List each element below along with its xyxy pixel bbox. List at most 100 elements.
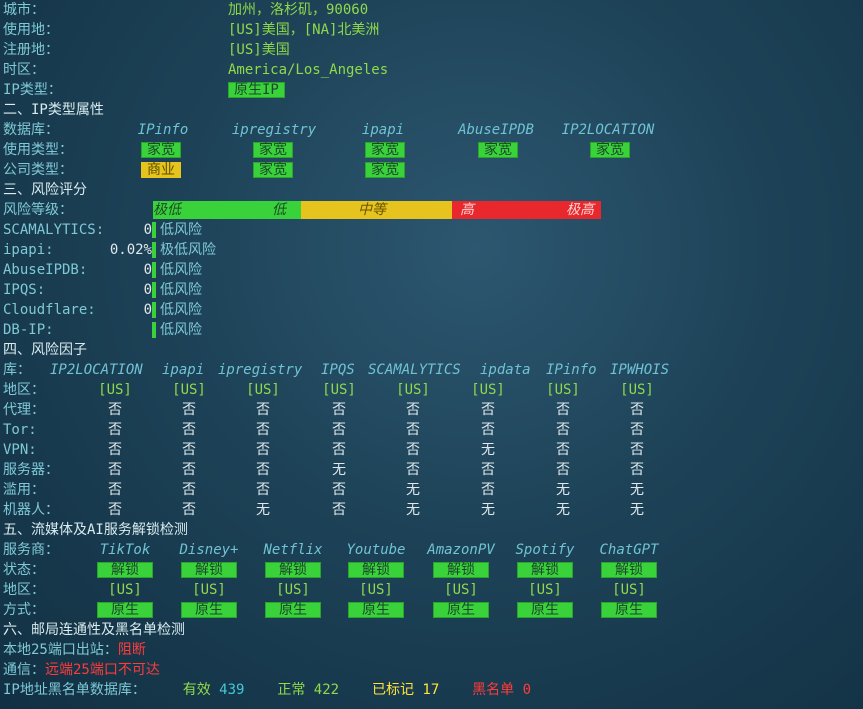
streaming-provider: Netflix	[263, 542, 323, 558]
risk-factor-cell: 否	[556, 422, 570, 438]
risk-factor-cell: [US]	[172, 382, 206, 398]
use-type-label: 使用类型：	[3, 142, 73, 158]
streaming-provider: Spotify	[515, 542, 575, 558]
company-type-ipinfo: 商业	[133, 160, 189, 180]
use-type-badge: 家宽	[365, 142, 405, 158]
section2-title: 二、IP类型属性	[3, 102, 104, 118]
streaming-method: 原生	[81, 600, 169, 620]
usage-loc-value: [US]美国，[NA]北美洲	[228, 22, 380, 38]
streaming-status-badge: 解锁	[601, 562, 657, 578]
risk-factor-cell: 否	[256, 442, 270, 458]
streaming-provider: ChatGPT	[599, 542, 659, 558]
comm-label: 通信：	[3, 662, 45, 678]
streaming-provider: Disney+	[179, 542, 239, 558]
iptype-label: IP类型：	[3, 82, 62, 98]
risk-factor-cell: 否	[256, 402, 270, 418]
db-ipregistry: ipregistry	[231, 122, 317, 138]
marked-label: 已标记	[371, 682, 414, 698]
streaming-method: 原生	[332, 600, 420, 620]
streaming-method: 原生	[165, 600, 253, 620]
risk-factor-cell: [US]	[322, 382, 356, 398]
use-type-ipinfo: 家宽	[133, 140, 189, 160]
risk-factor-cell: 否	[182, 422, 196, 438]
streaming-status: 解锁	[585, 560, 673, 580]
section5-title: 五、流媒体及AI服务解锁检测	[3, 522, 188, 538]
risk-factor-cell: 否	[332, 422, 346, 438]
risk-very-high: 极高	[566, 202, 594, 218]
score-name-ipapi: ipapi:	[3, 242, 54, 258]
risk-factor-cell: 否	[108, 502, 122, 518]
risk-factor-cell: 否	[108, 462, 122, 478]
timezone-row: 时区：	[3, 60, 45, 80]
use-type-badge: 家宽	[253, 142, 293, 158]
risk-factor-cell: 无	[406, 482, 420, 498]
use-type-abuseipdb: 家宽	[470, 140, 526, 160]
section6-title: 六、邮局连通性及黑名单检测	[3, 622, 185, 638]
port25-row: 本地25端口出站：阻断	[3, 640, 146, 660]
streaming-status-badge: 解锁	[433, 562, 489, 578]
valid-count: 439	[219, 682, 245, 698]
streaming-status-badge: 解锁	[517, 562, 573, 578]
streaming-region: [US]	[108, 582, 142, 598]
company-type-label: 公司类型：	[3, 162, 73, 178]
score-bar	[152, 322, 156, 338]
lib-ipregistry: ipregistry	[218, 362, 303, 378]
lib-scamalytics: SCAMALYTICS	[368, 362, 461, 378]
city-row: 城市：	[3, 0, 45, 20]
score-value-abuseipdb: 0	[143, 262, 152, 278]
streaming-method-badge: 原生	[433, 602, 489, 618]
streaming-method-badge: 原生	[265, 602, 321, 618]
score-desc-scamalytics: 低风险	[160, 222, 202, 238]
risk-factor-label: 服务器：	[3, 462, 59, 478]
risk-factor-cell: 否	[108, 442, 122, 458]
risk-low: 低	[272, 202, 286, 218]
score-bar	[152, 262, 156, 278]
section4-title: 四、风险因子	[3, 342, 87, 358]
risk-factor-cell: 否	[182, 502, 196, 518]
risk-factor-label: 地区：	[3, 382, 45, 398]
streaming-method: 原生	[585, 600, 673, 620]
use-type-badge: 家宽	[141, 142, 181, 158]
score-bar	[152, 242, 156, 258]
risk-factor-cell: 否	[256, 422, 270, 438]
use-type-ipapi: 家宽	[357, 140, 413, 160]
risk-factor-cell: 无	[556, 482, 570, 498]
normal-label: 正常	[277, 682, 306, 698]
usage-loc-row: 使用地：	[3, 20, 59, 40]
risk-factor-cell: 否	[332, 442, 346, 458]
valid-label: 有效	[182, 682, 211, 698]
score-desc-ipapi: 极低风险	[160, 242, 216, 258]
score-desc-dbip: 低风险	[160, 322, 202, 338]
risk-factor-label: 代理：	[3, 402, 45, 418]
risk-factor-cell: 否	[182, 482, 196, 498]
risk-factor-cell: 无	[630, 502, 644, 518]
blacklist-label-red: 黑名单	[472, 682, 515, 698]
marked-count: 17	[422, 682, 440, 698]
risk-factor-cell: 否	[630, 462, 644, 478]
streaming-provider: AmazonPV	[427, 542, 495, 558]
usage-loc-label: 使用地：	[3, 22, 59, 38]
provider-label: 服务商：	[3, 542, 59, 558]
score-name-dbip: DB-IP:	[3, 322, 54, 338]
streaming-method: 原生	[249, 600, 337, 620]
risk-factor-cell: 无	[481, 502, 495, 518]
risk-high: 高	[460, 202, 474, 218]
risk-factor-cell: 否	[481, 462, 495, 478]
port25-label: 本地25端口出站：	[3, 642, 118, 658]
score-desc-cloudflare: 低风险	[160, 302, 202, 318]
risk-factor-cell: [US]	[620, 382, 654, 398]
risk-factor-cell: 否	[556, 402, 570, 418]
section3-title: 三、风险评分	[3, 182, 87, 198]
lib-ip2location: IP2LOCATION	[50, 362, 143, 378]
risk-factor-cell: 无	[406, 502, 420, 518]
port25-status: 阻断	[117, 642, 146, 658]
streaming-method: 原生	[501, 600, 589, 620]
risk-factor-cell: 否	[630, 402, 644, 418]
streaming-status-badge: 解锁	[181, 562, 237, 578]
iptype-row: IP类型：	[3, 80, 62, 100]
streaming-method: 原生	[417, 600, 505, 620]
db-ipinfo: IPinfo	[137, 122, 189, 138]
normal-count: 422	[313, 682, 340, 698]
risk-factor-cell: [US]	[396, 382, 430, 398]
streaming-method-badge: 原生	[181, 602, 237, 618]
